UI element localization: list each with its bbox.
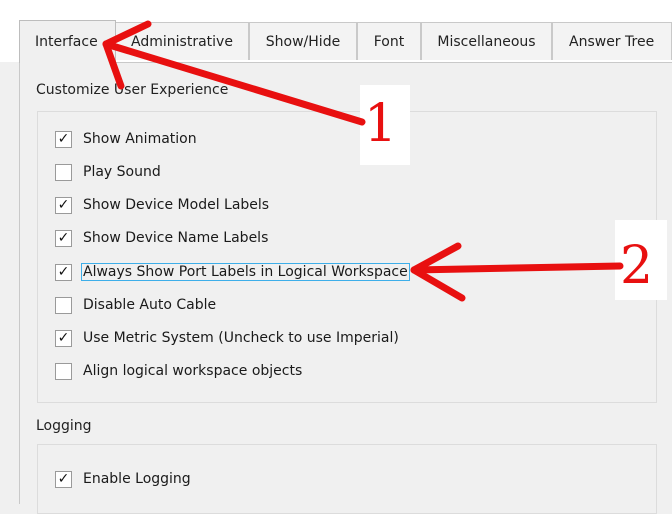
checkbox[interactable]: ✓ (55, 329, 72, 347)
tab-show-hide[interactable]: Show/Hide (249, 22, 357, 60)
checkbox[interactable] (55, 163, 72, 181)
option-label: Use Metric System (Uncheck to use Imperi… (83, 330, 399, 346)
option-label: Enable Logging (83, 471, 191, 487)
option-enable-logging[interactable]: ✓ Enable Logging (55, 468, 193, 490)
tab-label: Answer Tree (569, 33, 655, 50)
checkbox[interactable]: ✓ (55, 263, 72, 281)
option-show-device-model-labels[interactable]: ✓ Show Device Model Labels (55, 194, 271, 216)
checkbox[interactable]: ✓ (55, 229, 72, 247)
option-label: Show Device Name Labels (83, 230, 269, 246)
checkbox[interactable] (55, 362, 72, 380)
option-disable-auto-cable[interactable]: Disable Auto Cable (55, 294, 218, 316)
customize-section-title: Customize User Experience (36, 82, 229, 98)
tab-interface[interactable]: Interface (19, 20, 116, 63)
option-label: Always Show Port Labels in Logical Works… (81, 263, 410, 281)
tab-label: Font (373, 33, 405, 50)
option-label: Show Device Model Labels (83, 197, 270, 213)
annotation-marker-1: 1 (364, 94, 398, 154)
tab-administrative[interactable]: Administrative (115, 22, 249, 60)
tab-answer-tree[interactable]: Answer Tree (552, 22, 672, 60)
tab-miscellaneous[interactable]: Miscellaneous (421, 22, 552, 60)
tab-label: Show/Hide (265, 33, 341, 50)
checkbox[interactable] (55, 296, 72, 314)
option-align-logical-workspace-objects[interactable]: Align logical workspace objects (55, 360, 304, 382)
tab-label: Administrative (131, 33, 233, 50)
annotation-marker-2: 2 (620, 236, 654, 296)
checkbox[interactable]: ✓ (55, 470, 72, 488)
option-always-show-port-labels[interactable]: ✓ Always Show Port Labels in Logical Wor… (55, 261, 410, 283)
tab-bar: Interface Administrative Show/Hide Font … (0, 0, 672, 63)
tab-font[interactable]: Font (357, 22, 421, 60)
checkbox[interactable]: ✓ (55, 130, 72, 148)
logging-section-title: Logging (36, 418, 92, 434)
option-label: Show Animation (83, 131, 197, 147)
option-show-device-name-labels[interactable]: ✓ Show Device Name Labels (55, 227, 270, 249)
option-use-metric-system[interactable]: ✓ Use Metric System (Uncheck to use Impe… (55, 327, 401, 349)
tab-label: Miscellaneous (437, 33, 536, 50)
option-play-sound[interactable]: Play Sound (55, 161, 163, 183)
option-label: Disable Auto Cable (83, 297, 217, 313)
tab-label: Interface (35, 34, 98, 50)
option-label: Play Sound (83, 164, 161, 180)
option-label: Align logical workspace objects (83, 363, 303, 379)
checkbox[interactable]: ✓ (55, 196, 72, 214)
option-show-animation[interactable]: ✓ Show Animation (55, 128, 199, 150)
